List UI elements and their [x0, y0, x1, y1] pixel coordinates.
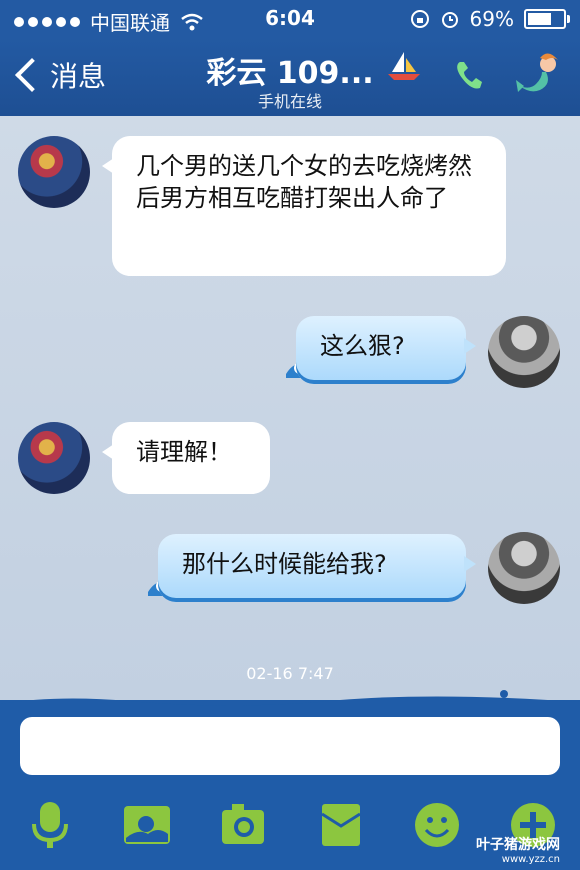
status-right: 69%: [410, 7, 570, 31]
message-bubble-outgoing[interactable]: 这么狠?: [296, 316, 476, 384]
input-area: 叶子猪游戏网 www.yzz.cn: [0, 690, 580, 870]
contact-name: 彩云 109...: [206, 56, 374, 91]
image-icon[interactable]: [122, 800, 172, 850]
battery-icon: [524, 9, 570, 29]
emoji-icon[interactable]: [412, 800, 462, 850]
status-bar: 中国联通 6:04 69%: [0, 0, 580, 38]
phone-icon[interactable]: [452, 58, 488, 94]
navigation-bar: 消息 彩云 109... 手机在线: [0, 38, 580, 116]
contact-avatar[interactable]: [18, 422, 90, 494]
battery-fill: [528, 13, 552, 25]
message-input[interactable]: [20, 717, 560, 775]
folder-icon[interactable]: [316, 800, 366, 850]
wave-decoration: [0, 690, 580, 720]
my-avatar[interactable]: [488, 532, 560, 604]
online-status: 手机在线: [257, 92, 322, 111]
message-text: 那什么时候能给我?: [182, 550, 387, 578]
watermark-brand: 叶子猪游戏网: [476, 837, 560, 853]
my-avatar[interactable]: [488, 316, 560, 388]
mermaid-icon[interactable]: [512, 50, 568, 102]
message-bubble-incoming[interactable]: 请理解！: [102, 422, 270, 494]
watermark-url: www.yzz.cn: [501, 854, 560, 865]
message-text: 请理解！: [136, 438, 232, 466]
microphone-icon[interactable]: [26, 800, 74, 850]
message-timestamp: 02-16 7:47: [246, 664, 334, 683]
alarm-icon: [441, 12, 458, 28]
message-text: 这么狠?: [320, 332, 405, 360]
battery-cap: [567, 15, 570, 23]
sailboat-icon: [388, 52, 420, 80]
message-bubble-incoming[interactable]: 几个男的送几个女的去吃烧烤然后男方相互吃醋打架出人命了: [102, 136, 506, 276]
message-text: 几个男的送几个女的去吃烧烤然后男方相互吃醋打架出人命了: [136, 152, 472, 212]
rotation-lock-icon: [410, 10, 429, 28]
contact-avatar[interactable]: [18, 136, 90, 208]
message-bubble-outgoing[interactable]: 那什么时候能给我?: [158, 534, 476, 602]
camera-icon[interactable]: [218, 800, 268, 850]
chat-area[interactable]: 几个男的送几个女的去吃烧烤然后男方相互吃醋打架出人命了 这么狠? 请理解！ 那什…: [0, 116, 580, 706]
battery-percent: 69%: [469, 7, 514, 31]
